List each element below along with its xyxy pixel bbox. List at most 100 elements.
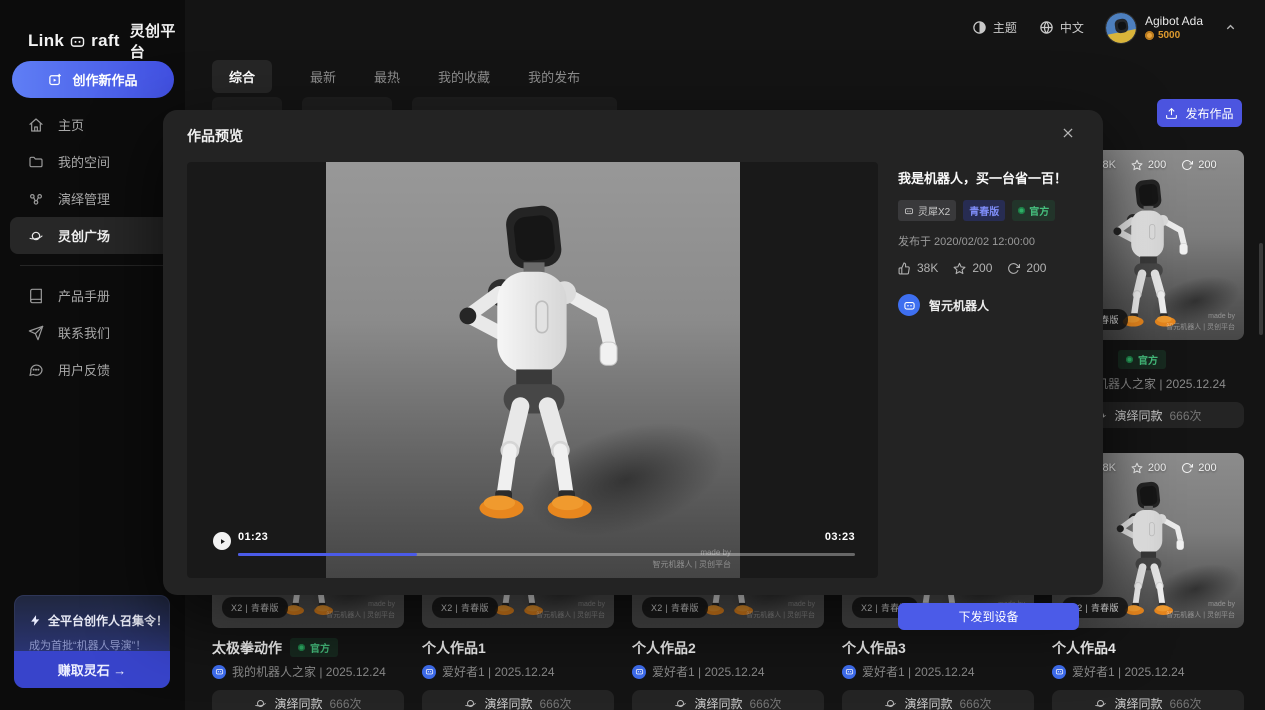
author-avatar <box>632 665 646 679</box>
video-player: made by 智元机器人 | 灵创平台 01:23 03:23 <box>187 162 878 578</box>
remix-same-button[interactable]: 演绎同款666次 <box>422 690 614 710</box>
watermark: made by智元机器人 | 灵创平台 <box>536 600 605 621</box>
author-avatar <box>898 294 920 316</box>
official-tag: 官方 <box>1012 200 1055 221</box>
language-switcher[interactable]: 中文 <box>1039 19 1084 36</box>
sidebar-item-label: 演绎管理 <box>58 189 110 208</box>
current-time: 01:23 <box>238 531 268 543</box>
planet-icon <box>674 697 687 710</box>
work-preview-modal: 作品预览 made by 智元机器人 | 灵创平台 01:23 03:23 <box>163 110 1103 595</box>
card-title: 个人作品2 <box>632 638 696 658</box>
card-author: 我的机器人之家 | 2025.12.24 <box>212 663 404 680</box>
card-title: 个人作品4 <box>1052 638 1116 658</box>
author-row[interactable]: 智元机器人 <box>898 294 1079 316</box>
stars-stat: 200 <box>1131 462 1166 474</box>
brand-logo: Linkraft 灵创平台 <box>28 20 185 62</box>
author-avatar <box>212 665 226 679</box>
earn-gems-button[interactable]: 赚取灵石 → <box>14 651 170 688</box>
remix-same-button[interactable]: 演绎同款666次 <box>212 690 404 710</box>
card-author: 爱好者1 | 2025.12.24 <box>1052 663 1244 680</box>
shares-stat: 200 <box>1181 462 1216 474</box>
watermark: made by智元机器人 | 灵创平台 <box>746 600 815 621</box>
card-title-row: 个人作品1 <box>422 639 614 656</box>
share-icon <box>1181 159 1193 171</box>
thumbs-up-icon <box>898 262 911 275</box>
sidebar-item-label: 联系我们 <box>58 323 110 342</box>
tab-1[interactable]: 综合 <box>212 60 272 93</box>
nodes-icon <box>28 191 44 207</box>
remix-same-button[interactable]: 演绎同款666次 <box>632 690 824 710</box>
username: Agibot Ada <box>1145 14 1203 28</box>
page-scrollbar[interactable] <box>1259 243 1263 335</box>
sidebar-item-perform[interactable]: 演绎管理 <box>0 180 185 217</box>
sidebar-item-square[interactable]: 灵创广场 <box>10 217 185 254</box>
theme-label: 主题 <box>993 19 1017 36</box>
watermark: made by智元机器人 | 灵创平台 <box>1166 600 1235 621</box>
coin-balance: 5000 <box>1145 30 1203 41</box>
official-dot-icon <box>1018 207 1025 214</box>
sidebar-item-space[interactable]: 我的空间 <box>0 143 185 180</box>
author-name: 智元机器人 <box>929 297 989 314</box>
author-avatar <box>1052 665 1066 679</box>
card-title: 个人作品3 <box>842 638 906 658</box>
create-new-work-button[interactable]: 创作新作品 <box>12 61 174 98</box>
sort-tabs: 综合 最新 最热 我的收藏 我的发布 <box>212 62 580 90</box>
sidebar-item-label: 用户反馈 <box>58 360 110 379</box>
home-icon <box>28 117 44 133</box>
tab-4[interactable]: 我的收藏 <box>438 67 490 86</box>
globe-icon <box>1039 20 1054 35</box>
work-title: 我是机器人，买一台省一百！ <box>898 168 1079 187</box>
user-menu[interactable]: Agibot Ada 5000 <box>1106 13 1237 43</box>
author-avatar <box>842 665 856 679</box>
close-icon[interactable] <box>1061 126 1075 140</box>
robot-figure <box>1094 173 1203 331</box>
tab-5[interactable]: 我的发布 <box>528 67 580 86</box>
card-author: 爱好者1 | 2025.12.24 <box>842 663 1034 680</box>
sidebar-item-home[interactable]: 主页 <box>0 106 185 143</box>
progress-bar[interactable] <box>238 553 855 556</box>
sidebar-item-label: 我的空间 <box>58 152 110 171</box>
chevron-up-icon[interactable] <box>1224 21 1237 34</box>
book-icon <box>28 288 44 304</box>
tag-row: 灵犀X2 青春版 官方 <box>898 200 1079 221</box>
avatar <box>1106 13 1136 43</box>
progress-fill <box>238 553 417 556</box>
official-dot-icon <box>1126 356 1133 363</box>
video-frame: made by 智元机器人 | 灵创平台 <box>326 162 740 578</box>
sidebar-item-manual[interactable]: 产品手册 <box>0 277 185 314</box>
likes-stat: 38K <box>898 261 938 275</box>
sidebar: Linkraft 灵创平台 创作新作品 主页我的空间演绎管理灵创广场产品手册联系… <box>0 0 185 710</box>
model-edition-badge: X2 | 青春版 <box>222 597 288 618</box>
theme-toggle[interactable]: 主题 <box>972 19 1017 36</box>
card-author: 爱好者1 | 2025.12.24 <box>422 663 614 680</box>
stars-stat: 200 <box>953 261 992 275</box>
work-stats: 38K 200 200 <box>898 261 1079 275</box>
remix-same-button[interactable]: 演绎同款666次 <box>1052 690 1244 710</box>
deploy-to-device-button[interactable]: 下发到设备 <box>898 603 1079 630</box>
total-duration: 03:23 <box>825 531 855 543</box>
remix-same-button[interactable]: 演绎同款666次 <box>842 690 1034 710</box>
play-button[interactable] <box>213 532 231 550</box>
shares-stat: 200 <box>1007 261 1046 275</box>
coin-icon <box>1145 31 1154 40</box>
edition-tag: 青春版 <box>963 200 1005 221</box>
star-icon <box>1131 462 1143 474</box>
theme-icon <box>972 20 987 35</box>
official-badge: 官方 <box>1118 350 1166 369</box>
folder-icon <box>28 154 44 170</box>
star-icon <box>1131 159 1143 171</box>
sidebar-item-feedback[interactable]: 用户反馈 <box>0 351 185 388</box>
language-label: 中文 <box>1060 19 1084 36</box>
share-icon <box>1181 462 1193 474</box>
model-edition-badge: X2 | 青春版 <box>642 597 708 618</box>
model-tag: 灵犀X2 <box>898 200 956 221</box>
sidebar-item-contact[interactable]: 联系我们 <box>0 314 185 351</box>
watermark: made by智元机器人 | 灵创平台 <box>1166 312 1235 333</box>
planet-icon <box>28 228 44 244</box>
publish-work-button[interactable]: 发布作品 <box>1157 99 1242 127</box>
tab-2[interactable]: 最新 <box>310 67 336 86</box>
tab-3[interactable]: 最热 <box>374 67 400 86</box>
author-avatar <box>422 665 436 679</box>
topbar: 主题 中文 <box>185 0 1265 55</box>
planet-icon <box>254 697 267 710</box>
